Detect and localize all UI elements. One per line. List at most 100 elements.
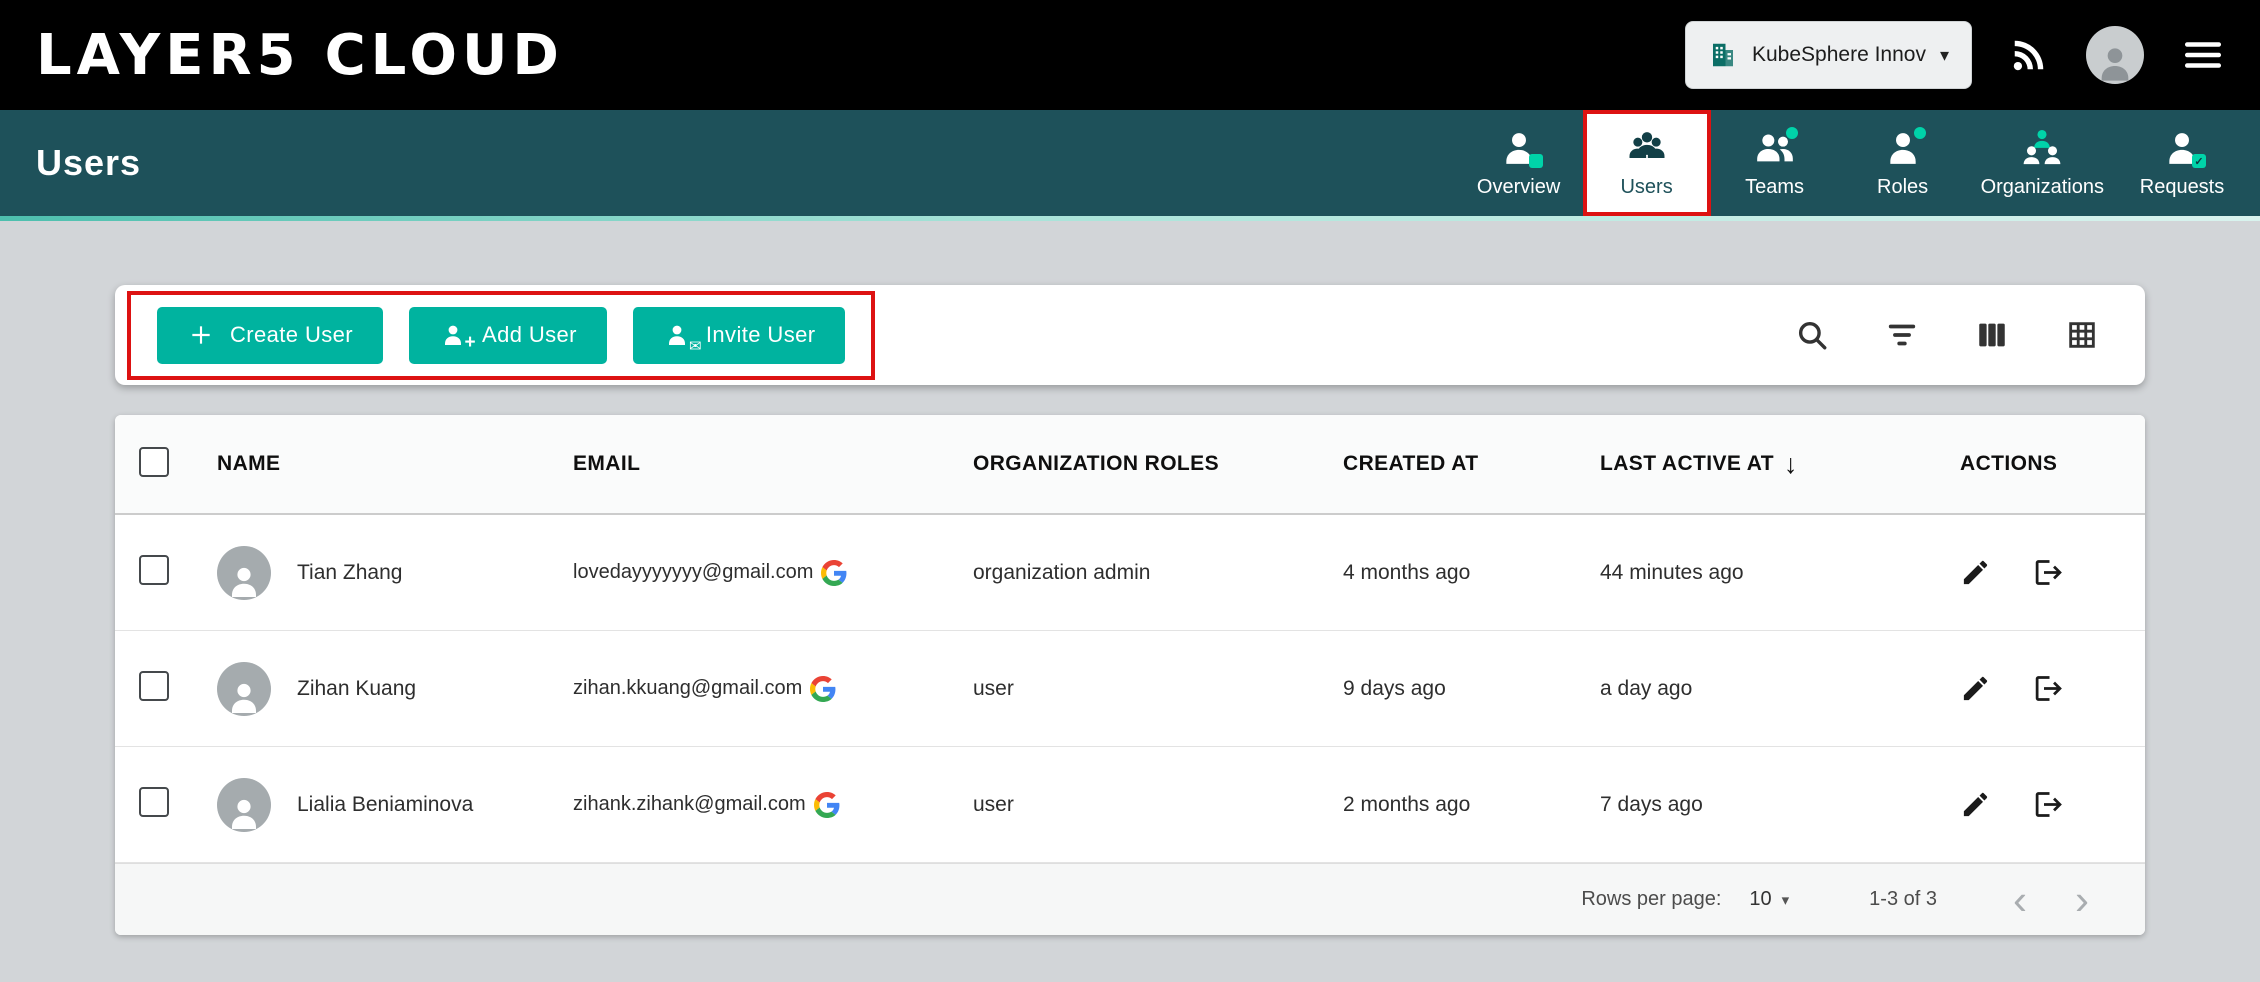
nav-tabs: Overview Users Teams Roles <box>1455 110 2260 216</box>
caret-down-icon: ▾ <box>1940 45 1949 66</box>
table-view-controls <box>1795 318 2099 352</box>
cell-created-at: 2 months ago <box>1343 793 1600 817</box>
rows-per-page-value: 10 <box>1749 888 1771 911</box>
cell-email: zihan.kkuang@gmail.com <box>573 676 973 702</box>
cell-created-at: 4 months ago <box>1343 561 1600 585</box>
tab-roles[interactable]: Roles <box>1839 110 1967 216</box>
column-header-label: EMAIL <box>573 452 640 476</box>
previous-page-button[interactable]: ‹ <box>2013 879 2027 921</box>
column-view-button[interactable] <box>1975 318 2009 352</box>
row-checkbox-cell <box>139 787 217 823</box>
nav-accent-underline <box>0 216 2260 221</box>
user-name: Tian Zhang <box>297 561 402 585</box>
cell-last-active-at: a day ago <box>1600 677 1960 701</box>
add-user-button[interactable]: + Add User <box>409 307 607 364</box>
cell-email: zihank.zihank@gmail.com <box>573 792 973 818</box>
select-all-checkbox[interactable] <box>139 447 169 477</box>
user-avatar-icon <box>217 546 271 600</box>
people-group-icon <box>1626 127 1668 169</box>
remove-user-button[interactable] <box>2033 788 2066 821</box>
logout-icon <box>2033 556 2066 589</box>
user-avatar-icon <box>217 662 271 716</box>
rss-feed-button[interactable] <box>2010 36 2048 74</box>
pencil-icon <box>1960 789 1991 820</box>
google-icon <box>814 792 840 818</box>
table-row[interactable]: Zihan Kuang zihan.kkuang@gmail.com user … <box>115 631 2145 747</box>
logout-icon <box>2033 672 2066 705</box>
table-row[interactable]: Lialia Beniaminova zihank.zihank@gmail.c… <box>115 747 2145 863</box>
filter-button[interactable] <box>1885 318 1919 352</box>
user-name: Lialia Beniaminova <box>297 793 473 817</box>
cell-name: Lialia Beniaminova <box>217 778 573 832</box>
google-icon <box>821 560 847 586</box>
next-page-button[interactable]: › <box>2075 879 2089 921</box>
search-button[interactable] <box>1795 318 1829 352</box>
remove-user-button[interactable] <box>2033 556 2066 589</box>
cell-name: Tian Zhang <box>217 546 573 600</box>
row-checkbox[interactable] <box>139 671 169 701</box>
column-header-organization-roles[interactable]: ORGANIZATION ROLES <box>973 452 1343 476</box>
edit-user-button[interactable] <box>1960 789 1991 820</box>
column-header-name[interactable]: NAME <box>217 452 573 476</box>
grid-view-button[interactable] <box>2065 318 2099 352</box>
create-user-button[interactable]: Create User <box>157 307 383 364</box>
person-check-icon: ✓ <box>2161 127 2203 169</box>
edit-user-button[interactable] <box>1960 673 1991 704</box>
person-key-icon <box>1882 127 1924 169</box>
row-checkbox[interactable] <box>139 555 169 585</box>
pencil-icon <box>1960 673 1991 704</box>
edit-user-button[interactable] <box>1960 557 1991 588</box>
tab-users[interactable]: Users <box>1583 110 1711 216</box>
google-icon <box>810 676 836 702</box>
topbar-right-cluster: KubeSphere Innov ▾ <box>1685 21 2224 89</box>
user-avatar-button[interactable] <box>2086 26 2144 84</box>
user-email: zihank.zihank@gmail.com <box>573 793 806 816</box>
tab-teams[interactable]: Teams <box>1711 110 1839 216</box>
cell-actions <box>1960 672 2145 705</box>
invite-user-button[interactable]: ✉ Invite User <box>633 307 846 364</box>
org-hierarchy-icon <box>2021 127 2063 169</box>
layer5-cloud-logo[interactable]: LAYER5 CLOUD <box>36 23 564 88</box>
filter-icon <box>1885 318 1919 352</box>
user-email: zihan.kkuang@gmail.com <box>573 677 802 700</box>
table-row[interactable]: Tian Zhang lovedayyyyyyy@gmail.com organ… <box>115 515 2145 631</box>
tab-overview[interactable]: Overview <box>1455 110 1583 216</box>
person-lock-icon <box>1498 127 1540 169</box>
org-selector[interactable]: KubeSphere Innov ▾ <box>1685 21 1972 89</box>
section-navbar: Users Overview Users Teams <box>0 110 2260 216</box>
user-avatar-icon <box>217 778 271 832</box>
tab-requests[interactable]: ✓ Requests <box>2118 110 2246 216</box>
column-header-actions: ACTIONS <box>1960 452 2145 476</box>
cell-name: Zihan Kuang <box>217 662 573 716</box>
hamburger-menu-button[interactable] <box>2182 34 2224 76</box>
rows-per-page-select[interactable]: 10 ▾ <box>1749 888 1789 911</box>
people-dot-icon <box>1754 127 1796 169</box>
cell-email: lovedayyyyyyy@gmail.com <box>573 560 973 586</box>
invite-user-label: Invite User <box>706 322 816 348</box>
cell-actions <box>1960 788 2145 821</box>
column-header-label: ACTIONS <box>1960 452 2057 476</box>
row-checkbox[interactable] <box>139 787 169 817</box>
column-header-label: LAST ACTIVE AT <box>1600 452 1774 476</box>
column-header-email[interactable]: EMAIL <box>573 452 973 476</box>
sort-descending-icon: ↓ <box>1784 449 1798 480</box>
create-user-label: Create User <box>230 322 353 348</box>
users-table: NAME EMAIL ORGANIZATION ROLES CREATED AT… <box>115 415 2145 935</box>
tab-label: Overview <box>1477 176 1560 199</box>
header-checkbox-cell <box>139 447 217 482</box>
table-footer: Rows per page: 10 ▾ 1-3 of 3 ‹ › <box>115 863 2145 935</box>
cell-last-active-at: 44 minutes ago <box>1600 561 1960 585</box>
tab-label: Organizations <box>1981 176 2104 199</box>
user-actions-highlight-box: Create User + Add User ✉ Invite User <box>127 291 875 380</box>
column-header-last-active-at[interactable]: LAST ACTIVE AT ↓ <box>1600 449 1960 480</box>
logout-icon <box>2033 788 2066 821</box>
cell-organization-roles: user <box>973 793 1343 817</box>
cell-actions <box>1960 556 2145 589</box>
tab-organizations[interactable]: Organizations <box>1967 110 2118 216</box>
search-icon <box>1795 318 1829 352</box>
remove-user-button[interactable] <box>2033 672 2066 705</box>
row-checkbox-cell <box>139 671 217 707</box>
pencil-icon <box>1960 557 1991 588</box>
cell-last-active-at: 7 days ago <box>1600 793 1960 817</box>
column-header-created-at[interactable]: CREATED AT <box>1343 452 1600 476</box>
